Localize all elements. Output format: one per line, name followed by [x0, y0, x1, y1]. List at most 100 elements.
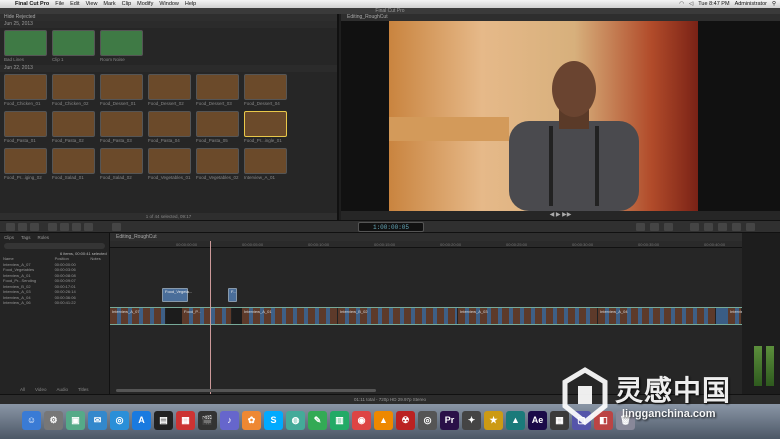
filter-video[interactable]: Video	[35, 387, 46, 392]
claquette-icon[interactable]: 🎬	[198, 411, 217, 430]
skype-icon[interactable]: S	[264, 411, 283, 430]
preview-icon[interactable]: ▣	[66, 411, 85, 430]
menu-view[interactable]: View	[86, 1, 98, 7]
compressor-icon[interactable]: ▲	[506, 411, 525, 430]
clip-item[interactable]: Food_Pasta_01	[4, 111, 47, 144]
menu-clip[interactable]: Clip	[122, 1, 131, 7]
connect-button[interactable]	[48, 223, 57, 231]
clip-clip-1[interactable]: Clip 1	[52, 30, 95, 63]
generators-button[interactable]	[732, 223, 741, 231]
timeline-clip[interactable]: Interview_A_04	[598, 308, 716, 324]
inspector-button[interactable]	[664, 223, 673, 231]
menubar-user[interactable]: Administrator	[735, 1, 767, 7]
playback-controls[interactable]: ◀ ▶ ▶▶	[341, 211, 780, 220]
clip-item[interactable]: Food_Pasta_04	[148, 111, 191, 144]
transitions-button[interactable]	[704, 223, 713, 231]
system-preferences-icon[interactable]: ⚙	[44, 411, 63, 430]
menu-window[interactable]: Window	[159, 1, 179, 7]
vlc-icon[interactable]: ▲	[374, 411, 393, 430]
clip-item[interactable]: Food_Vegetables_01	[148, 148, 191, 181]
insert-button[interactable]	[60, 223, 69, 231]
gap-clip[interactable]	[166, 308, 182, 324]
app-store-icon[interactable]: A	[132, 411, 151, 430]
clip-item[interactable]: Food_Salad_02	[100, 148, 143, 181]
filter-titles[interactable]: Titles	[78, 387, 89, 392]
timeline-clip[interactable]: Interview_A_07	[110, 308, 166, 324]
analyze-button[interactable]	[30, 223, 39, 231]
calendar-icon[interactable]: ▦	[176, 411, 195, 430]
messages-icon[interactable]: ✎	[308, 411, 327, 430]
wifi-icon[interactable]: ◠	[679, 1, 684, 7]
retime-button[interactable]	[650, 223, 659, 231]
date-section-jun25[interactable]: Jun 25, 2013	[0, 21, 337, 28]
primary-storyline[interactable]: Interview_A_07 Food_P... Interview_A_01 Int…	[110, 307, 758, 325]
chrome-icon[interactable]: ◉	[352, 411, 371, 430]
tab-roles[interactable]: Roles	[38, 235, 50, 240]
timeline-scrollbar[interactable]	[116, 389, 376, 392]
timeline-clip[interactable]: Interview_B_02	[338, 308, 458, 324]
keyword-button[interactable]	[18, 223, 27, 231]
themes-button[interactable]	[746, 223, 755, 231]
clip-item[interactable]: Interview_A_01	[244, 148, 287, 181]
clip-room-noise[interactable]: Room Noise	[100, 30, 143, 63]
clip-item[interactable]: Food_Pasta_02	[52, 111, 95, 144]
clip-item[interactable]: Food_Dessert_02	[148, 74, 191, 107]
volume-icon[interactable]: ◁	[689, 1, 693, 7]
clip-item[interactable]: Food_Vegetables_02	[196, 148, 239, 181]
clip-item[interactable]: Food_Chicken_01	[4, 74, 47, 107]
menu-help[interactable]: Help	[185, 1, 196, 7]
clip-item[interactable]: Food_Salad_01	[52, 148, 95, 181]
gap-clip[interactable]	[232, 308, 242, 324]
titles-button[interactable]	[718, 223, 727, 231]
clip-item[interactable]: Food_Dessert_03	[196, 74, 239, 107]
overwrite-button[interactable]	[84, 223, 93, 231]
after-effects-icon[interactable]: Ae	[528, 411, 547, 430]
connected-clip[interactable]: Food_Vegeta...	[162, 288, 192, 302]
filter-all[interactable]: All	[20, 387, 25, 392]
menu-modify[interactable]: Modify	[137, 1, 153, 7]
index-row[interactable]: Interview_A_06 00:00:41:22	[0, 300, 109, 306]
menubar-clock[interactable]: Tue 8:47 PM	[698, 1, 729, 7]
motion-icon[interactable]: ✦	[462, 411, 481, 430]
effects-button[interactable]	[690, 223, 699, 231]
filter-audio[interactable]: Audio	[56, 387, 68, 392]
clip-item[interactable]: Food_Pasta_05	[196, 111, 239, 144]
connected-clip[interactable]: F...	[228, 288, 237, 302]
tab-tags[interactable]: Tags	[21, 235, 31, 240]
mail-icon[interactable]: ✉	[88, 411, 107, 430]
date-section-jun22[interactable]: Jun 22, 2013	[0, 65, 337, 72]
numbers-icon[interactable]: ▥	[330, 411, 349, 430]
burn-icon[interactable]: ☢	[396, 411, 415, 430]
itunes-icon[interactable]: ♪	[220, 411, 239, 430]
safari-icon[interactable]: ◎	[110, 411, 129, 430]
dvd-player-icon[interactable]: ◎	[418, 411, 437, 430]
premiere-icon[interactable]: Pr	[440, 411, 459, 430]
clip-item[interactable]: Food_Pasta_03	[100, 111, 143, 144]
import-button[interactable]	[6, 223, 15, 231]
timeline-clip[interactable]: Interview_A_03	[458, 308, 598, 324]
timeline-ruler[interactable]: 00:00:00:00 00:00:05:00 00:00:10:00 00:00:1…	[110, 241, 780, 248]
clip-item[interactable]: Food_Chicken_02	[52, 74, 95, 107]
playhead[interactable]	[210, 241, 211, 394]
spotlight-icon[interactable]: ⚲	[772, 1, 776, 7]
clip-item[interactable]: Food_Dessert_04	[244, 74, 287, 107]
index-search-input[interactable]	[4, 243, 105, 249]
enhance-button[interactable]	[636, 223, 645, 231]
timeline-clip[interactable]: Interview_A_06	[728, 308, 758, 324]
maps-icon[interactable]: ◍	[286, 411, 305, 430]
clip-item[interactable]: Food_Dessert_01	[100, 74, 143, 107]
timeline-clip[interactable]: Interview_A_01	[242, 308, 338, 324]
clip-item[interactable]: Food_Pr...ingle_01	[244, 111, 287, 144]
append-button[interactable]	[72, 223, 81, 231]
app-menu[interactable]: Final Cut Pro	[15, 1, 49, 7]
menu-edit[interactable]: Edit	[70, 1, 79, 7]
timeline-clip[interactable]: Food_P...	[182, 308, 232, 324]
menu-mark[interactable]: Mark	[103, 1, 115, 7]
video-frame[interactable]	[389, 21, 698, 211]
clip-item[interactable]: Food_Pr...iging_02	[4, 148, 47, 181]
finder-icon[interactable]: ☺	[22, 411, 41, 430]
menu-file[interactable]: File	[55, 1, 64, 7]
select-tool-button[interactable]	[112, 223, 121, 231]
browser-filter[interactable]: Hide Rejected	[0, 14, 337, 21]
tab-clips[interactable]: Clips	[4, 235, 14, 240]
